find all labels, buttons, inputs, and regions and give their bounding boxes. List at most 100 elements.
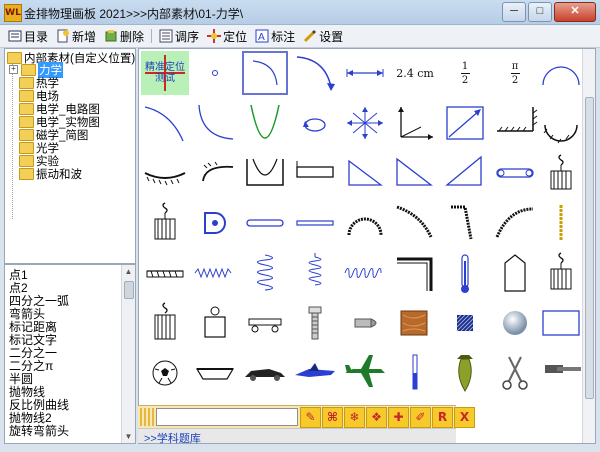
symbol-point[interactable] [191,51,239,95]
symbol-hatched-arc[interactable] [141,151,189,195]
plus-icon[interactable]: ✚ [388,407,409,428]
symbol-vertical-chain[interactable] [537,201,585,245]
search-input[interactable] [156,408,298,426]
symbol-wood-block[interactable] [391,301,439,345]
symbol-incline-2[interactable] [441,151,489,195]
symbol-chain-bend[interactable] [441,201,489,245]
folder-icon [19,76,34,89]
symbol-wall-corner[interactable] [491,101,539,145]
toolbar-separator [151,29,153,43]
bottom-tab-bar: >>学科题库 [138,428,456,446]
symbol-sphere[interactable] [491,301,539,345]
symbol-vector-box[interactable] [441,101,489,145]
tree-item-waves[interactable]: 振动和波 [19,167,82,181]
x-icon[interactable]: X [454,407,475,428]
symbol-pi-half[interactable]: π2 [491,51,539,95]
fraction-denominator: 2 [511,74,519,86]
symbol-rotating-arrow[interactable] [291,101,339,145]
minimize-button[interactable]: ─ [502,2,526,22]
symbol-weight-block[interactable] [191,301,239,345]
scroll-up-icon[interactable]: ▲ [123,266,134,277]
pen-icon[interactable]: ✎ [300,407,321,428]
locate-button[interactable]: 定位 [205,28,249,45]
symbol-chain-slope[interactable] [391,201,439,245]
symbol-parabola-2[interactable] [241,101,289,145]
folder-icon [19,128,34,141]
symbol-u-trough[interactable] [241,151,289,195]
symbol-corner-bracket[interactable] [391,251,439,295]
symbol-distance-marker[interactable] [341,51,389,95]
symbol-jet[interactable] [291,351,339,395]
symbol-dish[interactable] [191,351,239,395]
scroll-thumb[interactable] [124,281,134,299]
list-item[interactable]: 旋转弯箭头 [9,422,69,439]
symbol-conveyor-belt[interactable] [491,151,539,195]
symbol-bullet[interactable] [341,301,389,345]
fraction-one-half: 12 [460,61,470,86]
symbol-incline-block[interactable] [341,151,389,195]
symbol-rod[interactable] [241,201,289,245]
symbol-inverse-curve[interactable] [191,101,239,145]
subject-library-link[interactable]: >>学科题库 [144,430,201,446]
edit-icon[interactable]: ✐ [410,407,431,428]
symbol-hammer[interactable] [537,351,585,395]
symbol-hanging-weight-2[interactable] [537,251,585,295]
symbol-hook-curve[interactable] [191,151,239,195]
symbol-chain-curve[interactable] [491,201,539,245]
reorder-label: 调序 [175,29,200,44]
symbol-spring-weight[interactable] [141,201,189,245]
symbol-parabola[interactable] [141,101,189,145]
symbol-race-car[interactable] [241,351,289,395]
symbol-soccer-ball[interactable] [141,351,189,395]
symbol-flat-surface[interactable] [291,151,339,195]
symbol-bolt[interactable] [291,301,339,345]
close-button[interactable]: ✕ [554,2,596,22]
symbol-spring-horizontal[interactable] [191,251,239,295]
annotate-button[interactable]: A 标注 [253,28,297,45]
symbol-spring-vertical-2[interactable] [291,251,339,295]
maximize-button[interactable]: □ [528,2,552,22]
symbol-incline[interactable] [391,151,439,195]
symbol-airplane[interactable] [341,351,389,395]
symbol-spring-coil[interactable] [341,251,389,295]
list-scrollbar[interactable]: ▲ ▼ [121,265,135,443]
reorder-button[interactable]: 调序 [157,28,201,45]
symbol-rocket[interactable] [441,351,489,395]
symbol-pulley-clamp[interactable] [191,201,239,245]
command-icon[interactable]: ⌘ [322,407,343,428]
symbol-scissors[interactable] [491,351,539,395]
new-button[interactable]: 新增 [54,28,98,45]
symbol-half-circle-ground[interactable] [537,101,585,145]
flower-icon[interactable]: ❖ [366,407,387,428]
scroll-down-icon[interactable]: ▼ [123,431,134,442]
symbol-distance-text[interactable]: 2.4 cm [391,51,439,95]
symbol-quarter-arc[interactable] [241,51,289,95]
grid-scroll-thumb[interactable] [585,97,594,399]
grid-scrollbar[interactable] [582,49,595,443]
symbol-thin-rod[interactable] [291,201,339,245]
delete-button[interactable]: 删除 [102,28,146,45]
symbol-rectangle[interactable] [537,301,585,345]
symbol-metal-block[interactable] [441,301,489,345]
symbol-semicircle[interactable] [537,51,585,95]
symbol-ground-hatch[interactable] [141,251,189,295]
r-icon[interactable]: R [432,407,453,428]
symbol-coordinate-axes[interactable] [391,101,439,145]
symbol-chain-arc[interactable] [341,201,389,245]
symbol-axes-arrows[interactable] [341,101,389,145]
symbol-one-half[interactable]: 12 [441,51,489,95]
symbol-pentagon-block[interactable] [491,251,539,295]
symbol-spring-vertical[interactable] [241,251,289,295]
symbol-hanging-weight[interactable] [537,151,585,195]
symbol-cart[interactable] [241,301,289,345]
symbol-thermometer[interactable] [441,251,489,295]
expand-icon[interactable]: + [9,65,18,74]
snowflake-icon[interactable]: ❄ [344,407,365,428]
settings-button[interactable]: 设置 [301,28,345,45]
catalog-button[interactable]: 目录 [6,28,50,45]
symbol-position-test[interactable]: 精准定位测试 [141,51,189,95]
symbol-weight-stack[interactable] [141,301,189,345]
grip-handle[interactable] [140,408,154,426]
symbol-battery-rod[interactable] [391,351,439,395]
symbol-curved-arrow[interactable] [291,51,339,95]
